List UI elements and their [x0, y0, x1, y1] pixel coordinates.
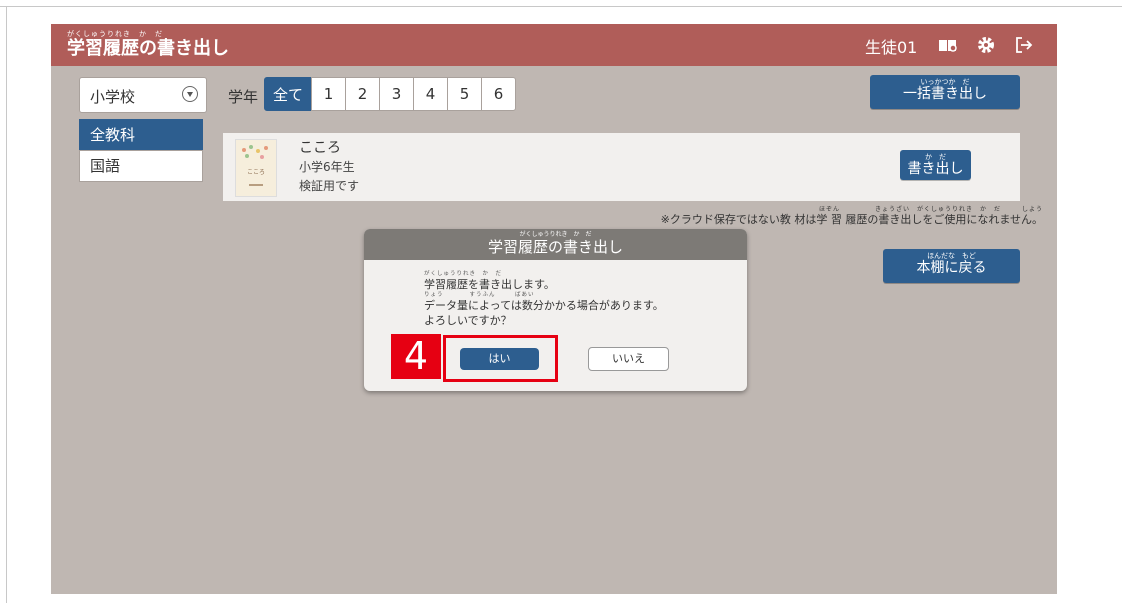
school-select[interactable]: 小学校 — [79, 77, 207, 113]
app-window: がくしゅうりれき か だ 学習履歴の書き出し 生徒01 小学校 学年 全て 1 … — [51, 24, 1057, 594]
school-select-value: 小学校 — [90, 88, 136, 106]
grade-tab-1[interactable]: 1 — [311, 77, 346, 111]
step-number-badge: 4 — [391, 334, 441, 379]
title-bar: がくしゅうりれき か だ 学習履歴の書き出し 生徒01 — [51, 24, 1057, 66]
frame-left-border — [6, 6, 7, 603]
subject-list: 全教科 国語 — [79, 119, 203, 182]
grade-tab-all[interactable]: 全て — [264, 77, 312, 111]
grade-tab-3[interactable]: 3 — [379, 77, 414, 111]
dialog-line2-ruby: りょう すうふん ばあい — [424, 292, 535, 298]
export-ruby: か だ — [925, 153, 946, 161]
grade-tab-5[interactable]: 5 — [447, 77, 482, 111]
subject-item-all[interactable]: 全教科 — [79, 119, 203, 151]
grade-label: 学年 — [228, 88, 259, 106]
dialog-header: がくしゅうりれき か だ 学習履歴の書き出し — [364, 229, 747, 260]
cloud-note: ほぞん きょうざい がくしゅうりれき か だ しよう ※クラウド保存ではない教 … — [661, 206, 1043, 227]
dialog-line1: 学習履歴を書き出します。 — [424, 278, 555, 291]
book-row[interactable]: こころ こころ 小学6年生 検証用です か だ 書き出し — [223, 133, 1020, 201]
chevron-down-icon — [182, 86, 198, 102]
back-to-bookshelf-button[interactable]: ほんだな もど 本棚に戻る — [883, 249, 1020, 283]
grade-tabs: 全て 1 2 3 4 5 6 — [264, 77, 516, 111]
bulk-export-button[interactable]: いっかつか だ 一括書き出し — [870, 75, 1020, 109]
dialog-title: 学習履歴の書き出し — [487, 238, 623, 256]
bulk-export-ruby: いっかつか だ — [920, 78, 970, 86]
dialog-message: がくしゅうりれき か だ 学習履歴を書き出します。 りょう すうふん ばあい デ… — [424, 271, 664, 328]
step-highlight-box — [443, 335, 558, 382]
back-button-ruby: ほんだな もど — [927, 252, 976, 260]
book-note: 検証用です — [299, 179, 360, 193]
grade-tab-2[interactable]: 2 — [345, 77, 380, 111]
book-title: こころ — [299, 140, 341, 156]
export-button[interactable]: か だ 書き出し — [900, 150, 971, 180]
app-title: がくしゅうりれき か だ 学習履歴の書き出し — [67, 30, 229, 60]
bookshelf-icon[interactable] — [937, 34, 959, 56]
cloud-note-ruby: ほぞん きょうざい がくしゅうりれき か だ しよう — [818, 206, 1043, 213]
dialog-line2: データ量によっては数分かかる場合があります。 — [424, 299, 664, 312]
book-cover-image: こころ — [235, 139, 277, 197]
book-cover-title: こころ — [247, 169, 265, 176]
subject-item-japanese[interactable]: 国語 — [79, 150, 203, 182]
grade-tab-4[interactable]: 4 — [413, 77, 448, 111]
gear-icon[interactable] — [975, 34, 997, 56]
cloud-note-text: ※クラウド保存ではない教 材は学 習 履歴の書き出しをご使用になれません。 — [660, 213, 1043, 226]
logout-icon[interactable] — [1013, 34, 1035, 56]
no-button[interactable]: いいえ — [588, 347, 669, 371]
app-title-ruby: がくしゅうりれき か だ — [67, 30, 163, 38]
book-grade: 小学6年生 — [299, 160, 355, 174]
user-name: 生徒01 — [865, 38, 918, 57]
app-title-text: 学習履歴の書き出し — [67, 38, 229, 59]
bulk-export-label: 一括書き出し — [903, 86, 987, 102]
grade-tab-6[interactable]: 6 — [481, 77, 516, 111]
frame-top-border — [0, 6, 1122, 7]
export-label: 書き出し — [907, 161, 964, 177]
dialog-line3: よろしいですか？ — [424, 314, 512, 327]
dialog-line1-ruby: がくしゅうりれき か だ — [424, 271, 503, 277]
back-button-label: 本棚に戻る — [916, 260, 987, 276]
